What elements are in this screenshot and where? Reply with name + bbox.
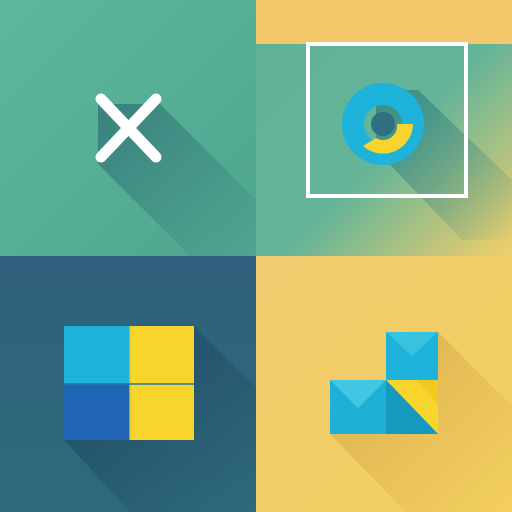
tile-grid-four (0, 256, 256, 512)
sand-strip (256, 0, 512, 44)
tile-framed-donut-canvas (256, 0, 512, 256)
tile-framed-donut (256, 0, 512, 256)
tile-close-x (0, 0, 256, 256)
tile-grid-four-canvas (0, 256, 256, 512)
grid-icon (64, 326, 194, 440)
tile-close-x-canvas (0, 0, 256, 256)
tile-stepped-blocks-canvas (256, 256, 512, 512)
tile-stepped-blocks (256, 256, 512, 512)
donut-chart-icon (342, 83, 424, 165)
